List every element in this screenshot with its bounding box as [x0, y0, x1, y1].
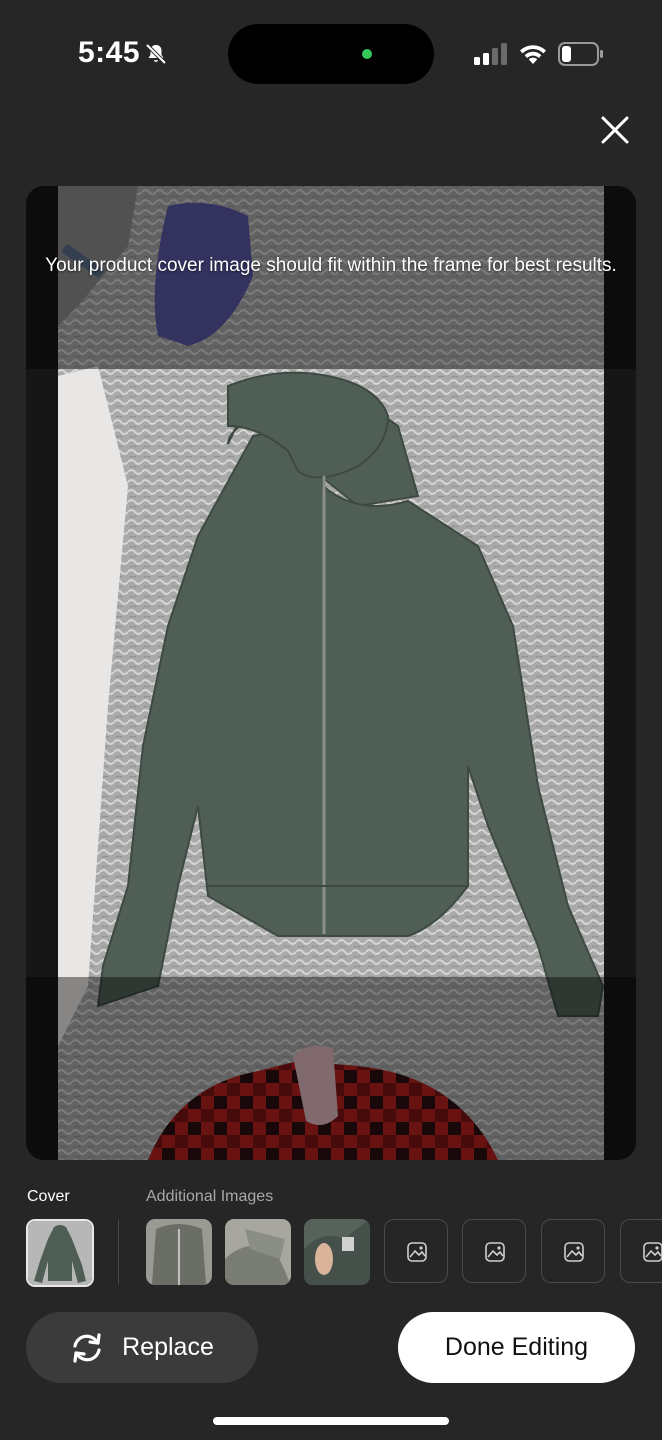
empty-image-slot-2[interactable] — [462, 1219, 526, 1283]
done-editing-label: Done Editing — [444, 1333, 589, 1361]
status-time: 5:45 — [78, 36, 141, 69]
image-placeholder-icon — [564, 1242, 584, 1262]
refresh-icon — [73, 1332, 101, 1363]
battery-icon — [558, 42, 603, 66]
wifi-icon — [520, 45, 546, 64]
additional-thumbnail-image — [146, 1219, 212, 1285]
done-editing-button[interactable]: Done Editing — [398, 1312, 635, 1383]
camera-indicator — [362, 49, 372, 59]
home-indicator[interactable] — [213, 1417, 449, 1425]
empty-image-slot-4[interactable] — [620, 1219, 662, 1283]
additional-thumbnail-3[interactable] — [304, 1219, 370, 1285]
image-placeholder-icon — [643, 1242, 662, 1262]
cover-thumbnail[interactable] — [26, 1219, 94, 1287]
cover-thumbnail-image — [28, 1221, 92, 1285]
crop-mask-top — [26, 186, 636, 369]
additional-thumbnail-1[interactable] — [146, 1219, 212, 1285]
status-bar: 5:45 — [0, 0, 662, 100]
bell-slash-icon — [145, 43, 167, 65]
additional-thumbnail-2[interactable] — [225, 1219, 291, 1285]
additional-thumbnail-image — [304, 1219, 370, 1285]
cellular-signal-icon — [474, 43, 507, 65]
image-placeholder-icon — [485, 1242, 505, 1262]
replace-button-label: Replace — [122, 1333, 214, 1361]
additional-images-label: Additional Images — [146, 1188, 274, 1205]
image-placeholder-icon — [407, 1242, 427, 1262]
tray-divider — [118, 1220, 119, 1284]
additional-thumbnail-image — [225, 1219, 291, 1285]
cover-label: Cover — [27, 1188, 70, 1205]
dynamic-island — [228, 24, 434, 84]
close-icon[interactable] — [597, 112, 633, 148]
crop-canvas[interactable]: Your product cover image should fit with… — [26, 186, 636, 1160]
crop-mask-bottom — [26, 977, 636, 1160]
empty-image-slot-1[interactable] — [384, 1219, 448, 1283]
crop-hint-text: Your product cover image should fit with… — [45, 255, 617, 276]
empty-image-slot-3[interactable] — [541, 1219, 605, 1283]
replace-button[interactable]: Replace — [26, 1312, 258, 1383]
